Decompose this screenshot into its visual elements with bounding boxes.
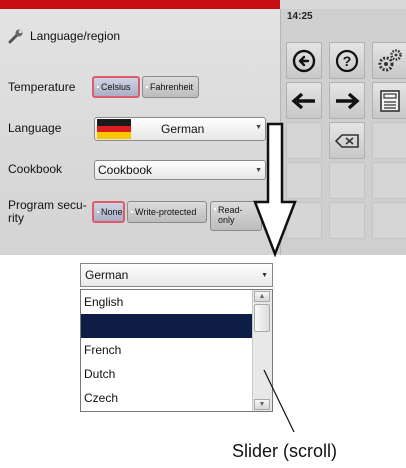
callout-leader-line bbox=[263, 369, 295, 433]
callout-label: Slider (scroll) bbox=[232, 441, 338, 461]
